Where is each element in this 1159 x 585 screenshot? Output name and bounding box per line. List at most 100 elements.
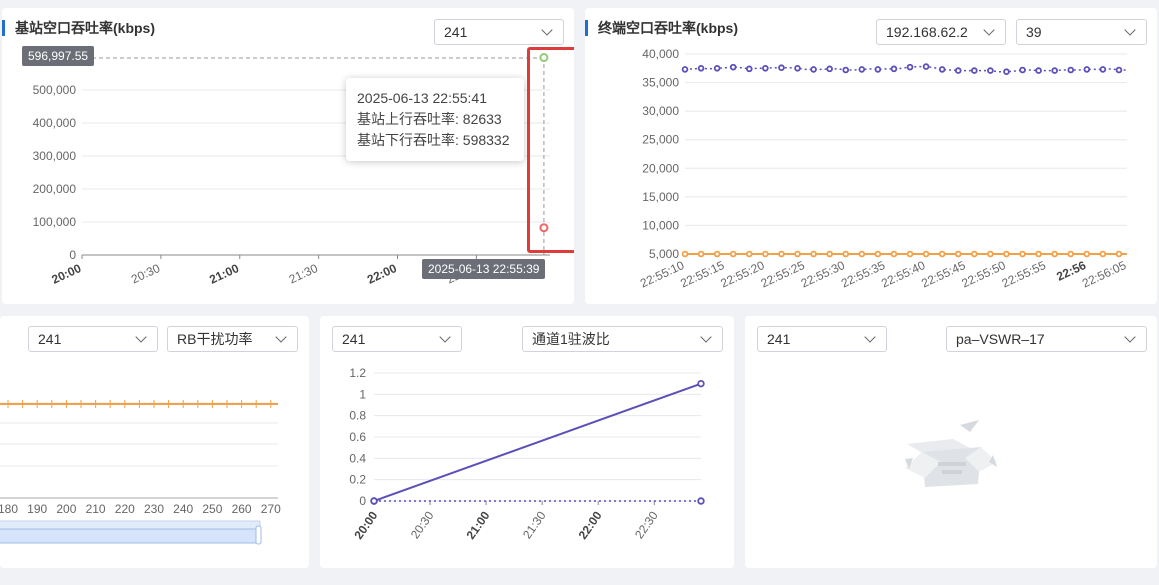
vswr-chart[interactable]: 0 0.2 0.4 0.6 0.8 1 1.2 20:00 20:30 21:00 21:30 22:…: [320, 316, 734, 568]
y-tick-label: 1: [359, 387, 366, 401]
x-tick-label: 20:00: [50, 261, 84, 287]
data-point: [1083, 66, 1091, 73]
data-point: [1003, 250, 1010, 258]
x-tick-label: 270: [261, 502, 281, 516]
data-point: [762, 64, 769, 72]
x-tick-label: 20:30: [408, 508, 437, 541]
data-point: [697, 497, 705, 505]
data-point: [1035, 67, 1042, 74]
data-point: [954, 250, 962, 258]
data-point: [1099, 250, 1107, 258]
data-point: [681, 250, 689, 258]
data-point: [922, 250, 930, 258]
x-tick-label: 230: [144, 502, 164, 516]
data-point: [810, 250, 817, 258]
series-line: [373, 382, 702, 502]
y-axis-pointer-label: 596,997.55: [22, 46, 95, 66]
y-tick-label: 200,000: [33, 182, 77, 196]
data-point: [1067, 66, 1075, 74]
x-tick-label: 190: [27, 502, 47, 516]
terminal-throughput-chart[interactable]: 5,000 10,000 15,000 20,000 25,000 30,000 35,00…: [585, 8, 1157, 304]
x-tick-label: 210: [86, 502, 106, 516]
vswr-card: 241 通道1驻波比 0 0.2 0.4 0.6 0.8 1 1.2 20:00 20:30 21…: [320, 316, 734, 568]
data-point: [1067, 250, 1075, 258]
x-tick-label: 22:30: [632, 508, 661, 541]
data-point: [713, 250, 721, 258]
data-point: [826, 65, 833, 73]
data-point: [826, 250, 833, 258]
empty-box-icon: [905, 420, 997, 487]
data-point: [971, 250, 978, 258]
x-tick-label: 22:00: [576, 508, 605, 541]
data-point: [762, 250, 769, 258]
data-point: [1035, 250, 1042, 258]
data-point: [1083, 250, 1091, 258]
data-point: [987, 250, 994, 258]
y-tick-label: 0: [69, 248, 76, 262]
x-tick-label: 22:55:50: [959, 258, 1008, 291]
data-point: [1019, 250, 1026, 258]
x-tick-label: 260: [232, 502, 252, 516]
highlight-box: [527, 47, 574, 253]
data-point: [858, 250, 866, 258]
data-point: [874, 66, 882, 73]
y-tick-label: 100,000: [33, 215, 77, 229]
data-point: [858, 66, 866, 73]
y-tick-label: 500,000: [33, 83, 77, 97]
y-tick-label: 20,000: [642, 161, 679, 175]
data-point: [713, 64, 721, 72]
x-tick-label: 21:30: [287, 261, 320, 287]
y-tick-label: 25,000: [642, 133, 679, 147]
x-axis-pointer-label: 2025-06-13 22:55:39: [422, 259, 546, 279]
data-point: [810, 66, 817, 73]
data-point: [954, 67, 962, 74]
data-point: [794, 250, 801, 258]
tooltip-time: 2025-06-13 22:55:41: [357, 90, 487, 106]
data-point: [729, 250, 737, 258]
data-point: [971, 67, 978, 74]
y-tick-label: 5,000: [649, 247, 679, 261]
tooltip-uplink: 基站上行吞吐率: 82633: [357, 111, 502, 127]
data-point: [778, 64, 785, 72]
x-tick-label: 220: [115, 502, 135, 516]
x-tick-label: 22:55:35: [839, 258, 888, 291]
x-tick-label: 22:55:55: [1000, 258, 1049, 291]
data-point: [729, 63, 737, 71]
data-point: [906, 63, 914, 71]
y-tick-label: 30,000: [642, 104, 679, 118]
data-zoom-track: [0, 520, 261, 530]
data-point: [890, 65, 898, 73]
data-point: [1051, 250, 1058, 258]
rb-interference-chart[interactable]: 180 190 200 210 220 230 240 250 260 270: [0, 316, 309, 568]
data-point: [681, 66, 689, 73]
data-zoom-handle: [255, 525, 262, 545]
bs-throughput-card: 基站空口吞吐率(kbps) 241 0 100,000 200,000 300,000…: [2, 8, 574, 304]
terminal-throughput-card: 终端空口吞吐率(kbps) 192.168.62.2 39 5,000 10,00…: [585, 8, 1157, 304]
x-tick-label: 22:00: [365, 261, 399, 287]
data-point: [697, 64, 705, 72]
data-point: [890, 250, 898, 258]
data-point: [1115, 66, 1123, 74]
data-point: [1003, 68, 1010, 76]
data-point: [1115, 250, 1123, 258]
data-point: [778, 250, 785, 258]
data-point: [1019, 66, 1026, 74]
data-point: [987, 67, 994, 74]
y-tick-label: 0: [359, 494, 366, 508]
y-tick-label: 0.2: [349, 473, 366, 487]
pa-card: 241 pa–VSWR–17: [745, 316, 1157, 568]
data-point: [1051, 67, 1058, 74]
y-tick-label: 0.4: [349, 451, 366, 465]
data-point: [697, 379, 705, 388]
y-tick-label: 400,000: [33, 116, 77, 130]
x-tick-label: 240: [173, 502, 193, 516]
data-point: [794, 64, 801, 72]
x-tick-label: 21:00: [463, 508, 492, 541]
x-tick-label: 22:55:10: [638, 258, 687, 291]
y-tick-label: 0.8: [349, 409, 366, 423]
x-tick-label: 180: [0, 502, 18, 516]
y-tick-label: 300,000: [33, 149, 77, 163]
tooltip-downlink: 基站下行吞吐率: 598332: [357, 132, 510, 148]
data-point: [370, 497, 378, 505]
x-tick-label: 20:30: [129, 261, 162, 287]
